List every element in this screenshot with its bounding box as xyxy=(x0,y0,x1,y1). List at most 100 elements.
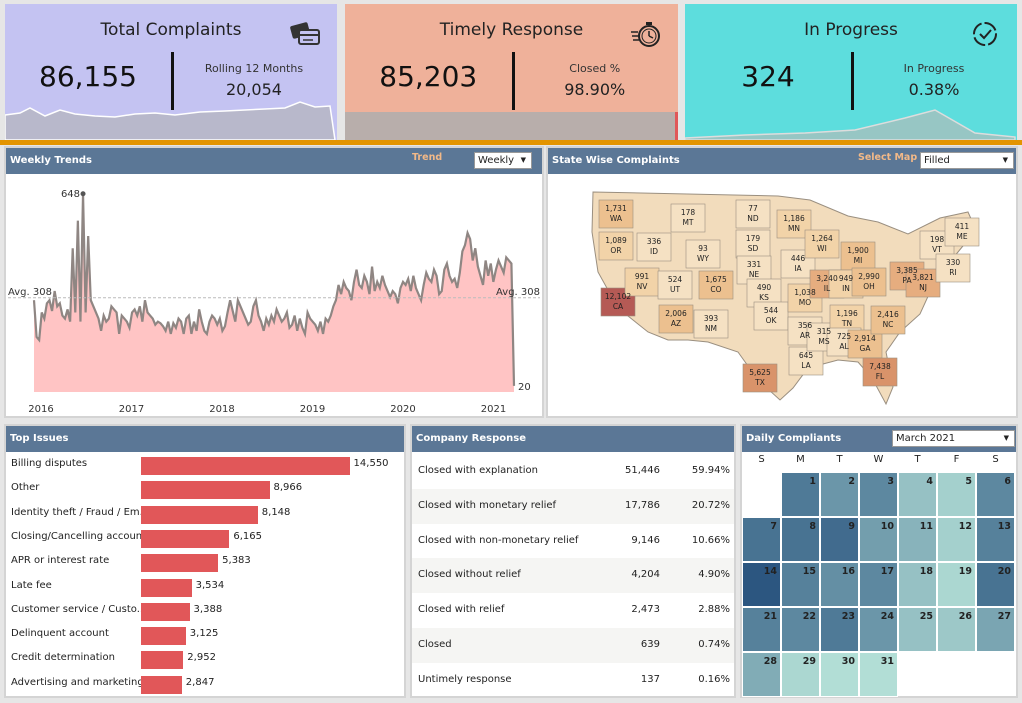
state-value: 336 xyxy=(646,237,662,246)
issue-row[interactable]: Credit determination 2,952 xyxy=(6,648,404,672)
calendar-day[interactable]: 11 xyxy=(898,517,937,562)
issue-row[interactable]: Customer service / Custo.. 3,388 xyxy=(6,600,404,624)
response-row[interactable]: Closed with explanation 51,446 59.94% xyxy=(412,454,734,489)
calendar-day[interactable]: 16 xyxy=(820,562,859,607)
issue-label: Credit determination xyxy=(11,652,115,664)
state-value: 3,240 xyxy=(816,274,838,283)
response-pct: 10.66% xyxy=(691,534,730,546)
issue-row[interactable]: Advertising and marketing 2,847 xyxy=(6,673,404,697)
calendar-day[interactable]: 22 xyxy=(781,607,820,652)
day-number: 25 xyxy=(919,611,933,622)
response-row[interactable]: Closed with monetary relief 17,786 20.72% xyxy=(412,488,734,524)
calendar-day[interactable]: 19 xyxy=(937,562,976,607)
state-value: 725 xyxy=(836,332,852,341)
calendar-day[interactable]: 20 xyxy=(976,562,1015,607)
calendar-day[interactable]: 1 xyxy=(781,472,820,517)
day-number: 17 xyxy=(880,566,894,577)
state-label: 393 NM xyxy=(704,314,718,334)
calendar-day[interactable]: 23 xyxy=(820,607,859,652)
calendar-day[interactable]: 3 xyxy=(859,472,898,517)
issue-row[interactable]: Delinquent account 3,125 xyxy=(6,624,404,648)
response-pct: 59.94% xyxy=(691,465,730,476)
calendar-day[interactable]: 13 xyxy=(976,517,1015,562)
calendar-day[interactable]: 17 xyxy=(859,562,898,607)
calendar-day[interactable]: 28 xyxy=(742,652,781,697)
state-value: 645 xyxy=(798,351,814,360)
issue-bar[interactable] xyxy=(141,481,270,500)
state-label: 179 SD xyxy=(746,234,760,254)
response-row[interactable]: Closed with relief 2,473 2.88% xyxy=(412,593,734,628)
calendar-day[interactable]: 18 xyxy=(898,562,937,607)
response-row[interactable]: Closed without relief 4,204 4.90% xyxy=(412,558,734,594)
state-label: 198 VT xyxy=(930,235,944,255)
day-number: 6 xyxy=(1004,476,1011,487)
calendar-day[interactable]: 7 xyxy=(742,517,781,562)
issue-value: 2,952 xyxy=(187,652,216,664)
issue-row[interactable]: Other 8,966 xyxy=(6,478,404,502)
issue-row[interactable]: Closing/Cancelling account 6,165 xyxy=(6,527,404,551)
calendar-day[interactable]: 29 xyxy=(781,652,820,697)
calendar-day[interactable]: 26 xyxy=(937,607,976,652)
issue-bar[interactable] xyxy=(141,651,184,670)
response-label: Closed without relief xyxy=(418,569,521,581)
kpi-sub-label: Rolling 12 Months xyxy=(204,62,304,75)
map-type-select[interactable]: Filled ▼ xyxy=(920,152,1014,169)
calendar-day[interactable]: 10 xyxy=(859,517,898,562)
state-label: 330 RI xyxy=(946,258,960,278)
state-code: MO xyxy=(798,298,812,307)
issue-bar[interactable] xyxy=(141,675,182,694)
response-row[interactable]: Untimely response 137 0.16% xyxy=(412,663,734,698)
state-code: IL xyxy=(823,284,831,293)
issue-row[interactable]: Billing disputes 14,550 xyxy=(6,454,404,478)
response-row[interactable]: Closed with non-monetary relief 9,146 10.6… xyxy=(412,524,734,559)
calendar-day[interactable]: 12 xyxy=(937,517,976,562)
issue-bar[interactable] xyxy=(141,602,190,621)
day-number: 27 xyxy=(997,611,1011,622)
calendar-day[interactable]: 25 xyxy=(898,607,937,652)
issue-bar[interactable] xyxy=(141,578,192,597)
day-number: 4 xyxy=(926,476,933,487)
kpi-value: 85,203 xyxy=(379,60,478,93)
state-value: 5,625 xyxy=(749,368,771,377)
day-number: 24 xyxy=(880,611,894,622)
issue-bar[interactable] xyxy=(141,554,219,573)
response-row[interactable]: Closed 639 0.74% xyxy=(412,628,734,663)
issue-row[interactable]: Late fee 3,534 xyxy=(6,576,404,600)
state-value: 198 xyxy=(929,235,945,244)
issue-value: 8,148 xyxy=(261,506,291,518)
us-map[interactable]: 1,731 WA 1,089 OR 12,102 CA 991 NV 336 ID 178 MT 93 W… xyxy=(548,182,1016,416)
calendar-day[interactable]: 27 xyxy=(976,607,1015,652)
day-number: 3 xyxy=(887,476,894,487)
issue-row[interactable]: Identity theft / Fraud / Em.. 8,148 xyxy=(6,503,404,527)
calendar-day[interactable]: 6 xyxy=(976,472,1015,517)
calendar-day[interactable]: 30 xyxy=(820,652,859,697)
calendar-day[interactable]: 24 xyxy=(859,607,898,652)
issue-bar[interactable] xyxy=(141,505,258,524)
calendar-day[interactable]: 2 xyxy=(820,472,859,517)
day-number: 5 xyxy=(965,476,972,487)
x-tick-label: 2017 xyxy=(119,404,144,415)
calendar-day[interactable]: 5 xyxy=(937,472,976,517)
calendar-day[interactable]: 15 xyxy=(781,562,820,607)
map-type-value: Filled xyxy=(924,155,950,166)
state-value: 1,089 xyxy=(605,236,627,245)
calendar-day[interactable]: 9 xyxy=(820,517,859,562)
issue-bar[interactable] xyxy=(141,457,350,475)
calendar-day[interactable]: 21 xyxy=(742,607,781,652)
calendar-day[interactable]: 31 xyxy=(859,652,898,697)
trend-select[interactable]: Weekly ▼ xyxy=(474,152,532,169)
state-value: 2,990 xyxy=(858,272,880,281)
calendar-day[interactable]: 4 xyxy=(898,472,937,517)
state-code: NJ xyxy=(919,283,927,292)
calendar-day[interactable]: 14 xyxy=(742,562,781,607)
calendar-day[interactable]: 8 xyxy=(781,517,820,562)
state-label: 2,914 GA xyxy=(854,334,875,354)
state-code: TN xyxy=(841,319,853,328)
state-label: 2,006 AZ xyxy=(665,309,686,329)
state-value: 1,196 xyxy=(836,309,858,318)
issue-row[interactable]: APR or interest rate 5,383 xyxy=(6,551,404,575)
month-select[interactable]: March 2021 ▼ xyxy=(892,430,1015,447)
issue-bar[interactable] xyxy=(141,627,186,646)
issue-bar[interactable] xyxy=(141,529,230,548)
kpi-timely-response: Timely Response 85,203 Closed % 98.90% xyxy=(345,4,678,140)
